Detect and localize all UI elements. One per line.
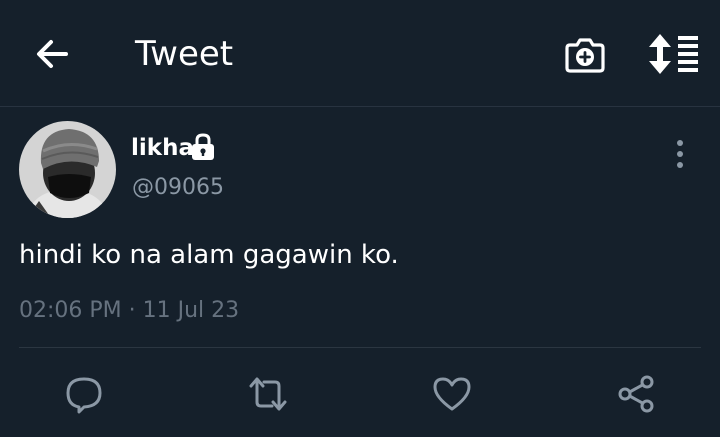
more-options-button[interactable] <box>670 138 690 170</box>
share-button[interactable] <box>616 374 656 414</box>
tweet-timestamp: 02:06 PM · 11 Jul 23 <box>19 298 240 323</box>
back-button[interactable] <box>32 34 72 74</box>
camera-add-icon <box>565 38 605 73</box>
profile-photo <box>19 121 116 218</box>
camera-button[interactable] <box>564 36 606 74</box>
page-title: Tweet <box>135 34 234 74</box>
lock-icon <box>190 133 216 161</box>
heart-icon <box>433 377 471 411</box>
reply-button[interactable] <box>64 374 104 414</box>
tweet-text: hindi ko na alam gagawin ko. <box>19 240 399 270</box>
top-app-bar: Tweet <box>0 0 720 107</box>
sort-lines-icon <box>649 34 698 74</box>
retweet-icon <box>249 377 287 411</box>
like-button[interactable] <box>432 374 472 414</box>
reply-icon <box>66 377 102 414</box>
arrow-left-icon <box>37 40 68 68</box>
display-name[interactable]: likha <box>131 133 194 163</box>
more-vertical-icon <box>677 140 683 168</box>
sort-button[interactable] <box>648 33 700 75</box>
divider <box>19 347 701 348</box>
user-handle[interactable]: @09065 <box>132 174 224 202</box>
avatar[interactable] <box>19 121 116 218</box>
share-icon <box>618 375 654 413</box>
retweet-button[interactable] <box>248 374 288 414</box>
